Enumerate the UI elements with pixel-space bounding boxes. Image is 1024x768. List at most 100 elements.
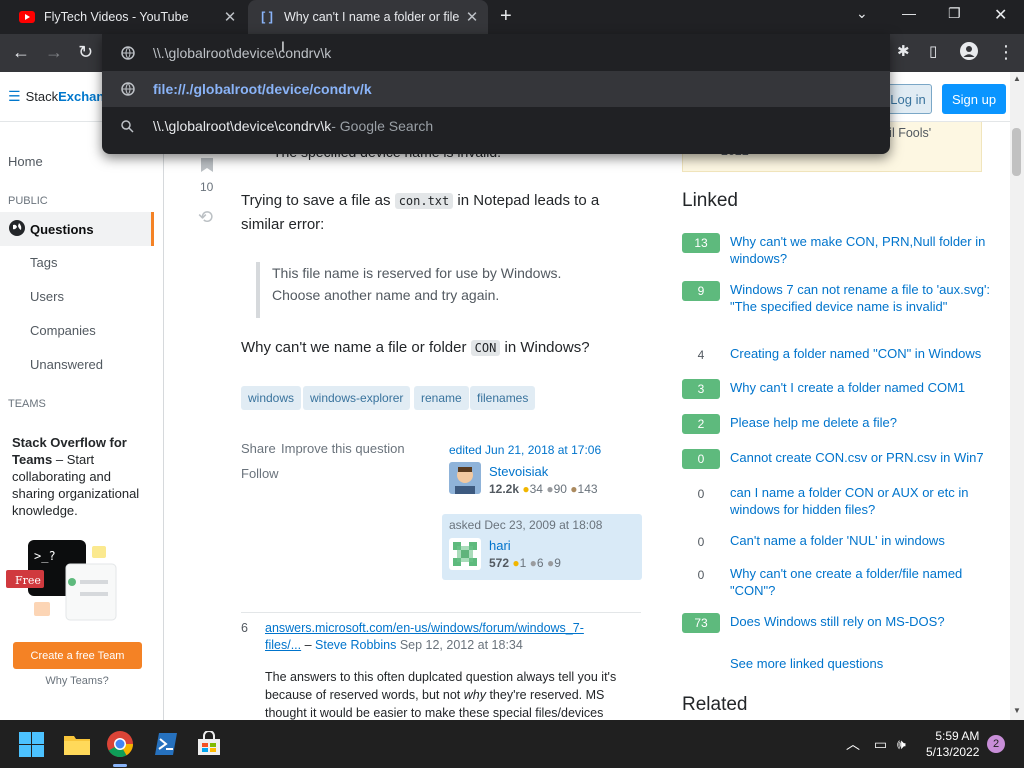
linked-title[interactable]: Please help me delete a file? xyxy=(730,414,897,434)
why-teams-link[interactable]: Why Teams? xyxy=(0,675,154,687)
omnibox-suggestion[interactable]: \\.\globalroot\device\condrv\k - Google … xyxy=(102,108,890,144)
extensions-icon[interactable]: ✱ xyxy=(897,42,910,62)
linked-title[interactable]: Cannot create CON.csv or PRN.csv in Win7 xyxy=(730,449,984,469)
stackexchange-logo[interactable]: ☰ Stack Exchan xyxy=(8,88,104,105)
linked-title[interactable]: Can't name a folder 'NUL' in windows xyxy=(730,532,945,552)
linked-question[interactable]: 0 can I name a folder CON or AUX or etc … xyxy=(682,484,992,518)
left-sidebar: Home PUBLIC Questions Tags Users Compani… xyxy=(0,122,164,720)
scroll-up-icon[interactable]: ▲ xyxy=(1013,74,1021,83)
linked-question[interactable]: 9 Windows 7 can not rename a file to 'au… xyxy=(682,281,992,315)
nav-tags[interactable]: Tags xyxy=(30,255,57,270)
asker-avatar[interactable] xyxy=(449,538,481,570)
tab-youtube[interactable]: FlyTech Videos - YouTube ✕ xyxy=(8,0,246,34)
login-button[interactable]: Log in xyxy=(884,84,932,114)
powershell-icon[interactable] xyxy=(153,731,181,759)
editor-name[interactable]: Stevoisiak xyxy=(489,464,548,479)
featured-text[interactable]: ril Fools' xyxy=(885,126,931,140)
linked-question[interactable]: 3 Why can't I create a folder named COM1 xyxy=(682,379,992,399)
tag-windows[interactable]: windows xyxy=(241,386,302,410)
scrollbar-thumb[interactable] xyxy=(1012,128,1021,176)
share-link[interactable]: Share xyxy=(241,441,276,456)
windows-start-icon[interactable] xyxy=(19,732,47,760)
linked-question[interactable]: 0 Why can't one create a folder/file nam… xyxy=(682,565,992,599)
inline-code: CON xyxy=(470,340,501,356)
linked-question[interactable]: 73 Does Windows still rely on MS-DOS? xyxy=(682,613,992,633)
volume-icon[interactable]: 🕪 xyxy=(897,736,906,752)
signup-button[interactable]: Sign up xyxy=(942,84,1006,114)
linked-heading: Linked xyxy=(682,190,738,211)
history-icon[interactable]: ⟲ xyxy=(198,207,213,228)
silver-badges: 90 xyxy=(553,482,567,496)
globe-icon xyxy=(9,219,25,239)
tag-windows-explorer[interactable]: windows-explorer xyxy=(303,386,411,410)
nav-unanswered[interactable]: Unanswered xyxy=(30,357,103,372)
close-tab-icon[interactable]: ✕ xyxy=(462,8,482,26)
reload-icon[interactable]: ↻ xyxy=(78,42,93,62)
network-icon[interactable]: ▭ xyxy=(874,736,887,752)
omnibox-input[interactable]: \\.\globalroot\device\condrv\k xyxy=(102,35,890,71)
nav-companies[interactable]: Companies xyxy=(30,323,96,338)
omnibox-suggestion[interactable]: file://./globalroot/device/condrv/k xyxy=(102,71,890,107)
suggestion-text: \\.\globalroot\device\condrv\k xyxy=(153,118,332,134)
bookmark-icon[interactable] xyxy=(201,158,213,175)
linked-score: 0 xyxy=(682,449,720,469)
follow-link[interactable]: Follow xyxy=(241,466,279,481)
tab-title: FlyTech Videos - YouTube xyxy=(44,10,189,24)
comment-author[interactable]: Steve Robbins xyxy=(315,638,396,652)
silver-badges: 6 xyxy=(536,556,544,570)
close-tab-icon[interactable]: ✕ xyxy=(220,8,240,26)
minimize-icon[interactable]: — xyxy=(902,5,916,21)
linked-title[interactable]: Does Windows still rely on MS-DOS? xyxy=(730,613,945,633)
linked-title[interactable]: Why can't I create a folder named COM1 xyxy=(730,379,965,399)
linked-title[interactable]: Why can't we make CON, PRN,Null folder i… xyxy=(730,233,992,267)
windows-taskbar: ︿ ▭ 🕪 5:59 AM 5/13/2022 2 xyxy=(0,720,1024,768)
linked-score: 73 xyxy=(682,613,720,633)
linked-question[interactable]: 0 Cannot create CON.csv or PRN.csv in Wi… xyxy=(682,449,992,469)
chrome-icon[interactable] xyxy=(106,730,134,758)
close-window-icon[interactable]: ✕ xyxy=(994,5,1007,25)
logo-text: Stack xyxy=(25,89,59,104)
forward-icon[interactable]: → xyxy=(45,42,63,62)
back-icon[interactable]: ← xyxy=(12,42,30,62)
linked-question[interactable]: 13 Why can't we make CON, PRN,Null folde… xyxy=(682,233,992,267)
tag-filenames[interactable]: filenames xyxy=(470,386,536,410)
profile-icon[interactable] xyxy=(960,42,978,64)
tab-stackexchange[interactable]: [ ] Why can't I name a folder or file ✕ xyxy=(248,0,488,34)
linked-question[interactable]: 2 Please help me delete a file? xyxy=(682,414,992,434)
improve-link[interactable]: Improve this question xyxy=(281,441,405,456)
linked-score: 3 xyxy=(682,379,720,399)
chevron-up-icon[interactable]: ︿ xyxy=(846,736,860,752)
tag-rename[interactable]: rename xyxy=(414,386,469,410)
edited-link[interactable]: edited Jun 21, 2018 at 17:06 xyxy=(449,443,601,457)
clock[interactable]: 5:59 AM 5/13/2022 xyxy=(926,728,979,760)
asker-name[interactable]: hari xyxy=(489,538,511,553)
nav-questions[interactable]: Questions xyxy=(0,212,154,246)
file-explorer-icon[interactable] xyxy=(63,732,91,760)
tab-search-icon[interactable]: ⌄ xyxy=(856,5,868,22)
logo-text-bold: Exchan xyxy=(58,89,105,104)
linked-title[interactable]: Windows 7 can not rename a file to 'aux.… xyxy=(730,281,992,315)
asker-rep: 572 ●1 ●6 ●9 xyxy=(489,556,561,570)
linked-question[interactable]: 0 Can't name a folder 'NUL' in windows xyxy=(682,532,992,552)
restore-icon[interactable]: ❐ xyxy=(948,5,961,22)
nav-users[interactable]: Users xyxy=(30,289,64,304)
editor-avatar[interactable] xyxy=(449,462,481,494)
menu-icon[interactable]: ⋮ xyxy=(997,42,1015,62)
store-icon[interactable] xyxy=(196,731,224,759)
scroll-down-icon[interactable]: ▼ xyxy=(1013,706,1021,715)
linked-title[interactable]: Why can't one create a folder/file named… xyxy=(730,565,992,599)
linked-title[interactable]: can I name a folder CON or AUX or etc in… xyxy=(730,484,992,518)
p1-before: Trying to save a file as xyxy=(241,192,395,209)
notification-badge[interactable]: 2 xyxy=(987,735,1005,753)
nav-home[interactable]: Home xyxy=(8,154,43,169)
search-icon xyxy=(102,119,153,133)
hamburger-icon: ☰ xyxy=(8,88,21,104)
linked-score: 9 xyxy=(682,281,720,301)
new-tab-button[interactable]: + xyxy=(500,5,512,28)
create-team-button[interactable]: Create a free Team xyxy=(13,642,142,669)
see-more-linked-link[interactable]: See more linked questions xyxy=(730,656,883,671)
linked-title[interactable]: Creating a folder named "CON" in Windows xyxy=(730,345,981,365)
comment-dash: – xyxy=(301,638,316,652)
linked-question[interactable]: 4 Creating a folder named "CON" in Windo… xyxy=(682,345,992,365)
sidepanel-icon[interactable]: ▯ xyxy=(929,42,937,62)
